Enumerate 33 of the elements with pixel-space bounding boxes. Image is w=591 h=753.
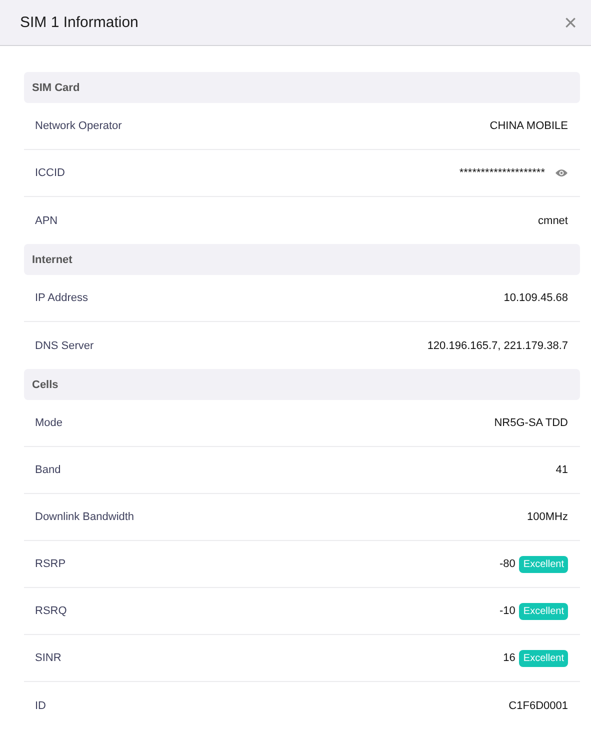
- field-value: NR5G-SA TDD: [494, 417, 568, 429]
- field-label: Mode: [35, 417, 63, 429]
- field-label: SINR: [35, 652, 62, 664]
- field-value: -80: [500, 558, 516, 570]
- status-badge: Excellent: [519, 650, 568, 666]
- field-value: CHINA MOBILE: [490, 120, 568, 132]
- field-label: ICCID: [35, 167, 65, 179]
- field-value: 41: [556, 464, 568, 476]
- field-label: Downlink Bandwidth: [35, 511, 134, 523]
- field-label: RSRQ: [35, 605, 67, 617]
- status-badge: Excellent: [519, 602, 568, 620]
- section-header: Cells: [24, 369, 580, 400]
- field-value: cmnet: [538, 214, 568, 226]
- close-button[interactable]: ×: [562, 12, 579, 34]
- field-label: DNS Server: [35, 340, 94, 352]
- field-label: Band: [35, 464, 61, 476]
- section-header: Internet: [24, 244, 580, 275]
- eye-icon[interactable]: [555, 168, 568, 178]
- field-value: 10.109.45.68: [504, 292, 568, 304]
- field-value: C1F6D0001: [508, 700, 568, 712]
- field-label: APN: [35, 214, 58, 226]
- field-label: Network Operator: [35, 120, 122, 132]
- dialog-title: SIM 1 Information: [20, 14, 138, 31]
- section-header: SIM Card: [24, 72, 580, 103]
- field-value: 16: [503, 652, 516, 664]
- field-label: RSRP: [35, 558, 66, 570]
- field-value: 100MHz: [527, 511, 568, 523]
- field-value: -10: [500, 605, 516, 617]
- field-value: ********************: [459, 167, 545, 179]
- status-badge: Excellent: [519, 556, 568, 572]
- field-label: ID: [35, 700, 46, 712]
- field-value: 120.196.165.7, 221.179.38.7: [427, 340, 568, 352]
- field-label: IP Address: [35, 292, 88, 304]
